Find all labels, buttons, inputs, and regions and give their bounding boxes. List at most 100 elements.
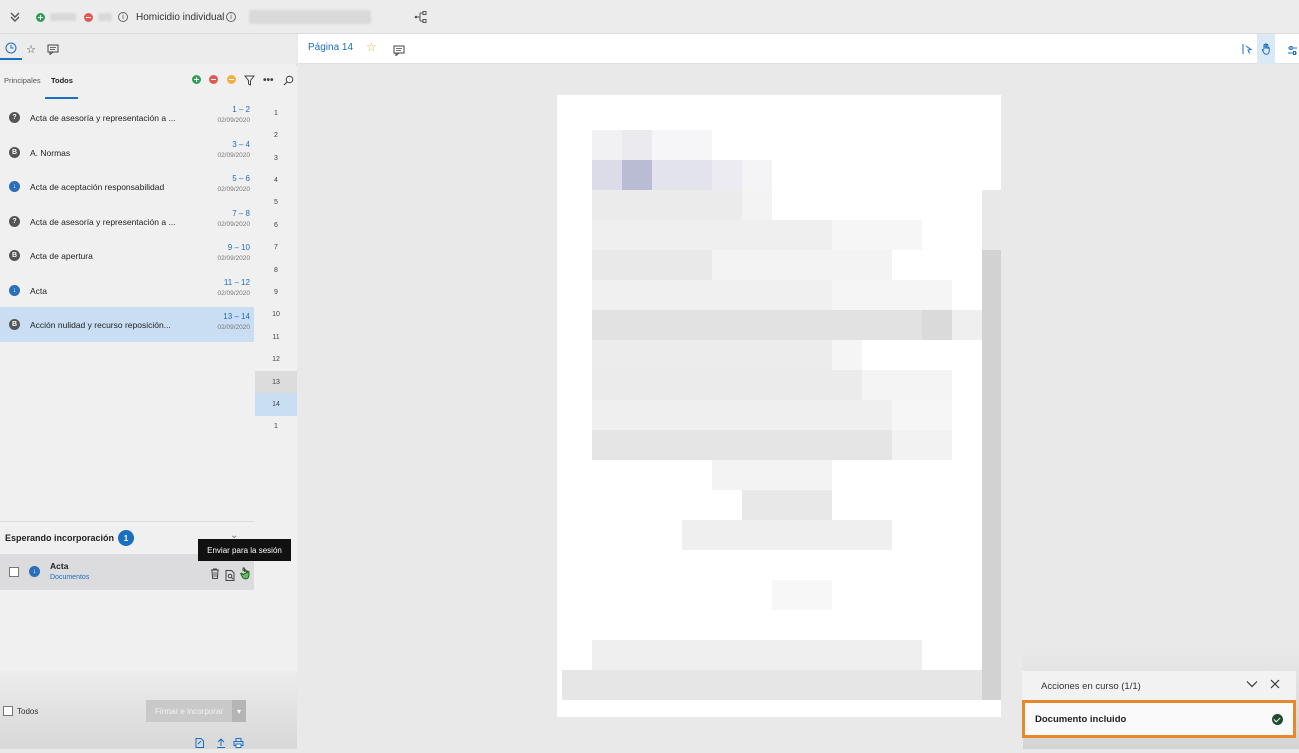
remove-icon[interactable] — [209, 75, 218, 84]
blurred-content — [982, 250, 1001, 700]
document-viewer[interactable] — [298, 64, 1299, 749]
document-date: 02/09/2020 — [217, 255, 250, 262]
document-page — [557, 95, 1001, 717]
blurred-content — [742, 160, 772, 190]
document-type-icon: ? — [9, 215, 20, 227]
page-number[interactable]: 4 — [255, 169, 297, 192]
document-row[interactable]: ↓ Acta de aceptación responsabilidad 5 – 6… — [0, 169, 254, 204]
blurred-content — [712, 250, 892, 280]
remove-icon[interactable] — [84, 0, 93, 34]
add-icon[interactable] — [36, 0, 45, 34]
blurred-content — [592, 250, 712, 280]
document-page-range: 5 – 6 — [232, 174, 250, 183]
document-row[interactable]: ↓ Acta 11 – 12 02/09/2020 — [0, 273, 254, 308]
document-edit-icon[interactable] — [195, 735, 205, 753]
document-name: Acción nulidad y recurso reposición... — [30, 320, 171, 330]
circle-icon[interactable] — [227, 75, 236, 84]
download-icon: ↓ — [29, 566, 40, 577]
send-session-icon[interactable] — [240, 566, 252, 585]
blurred-text — [249, 0, 371, 34]
star-icon[interactable]: ☆ — [366, 40, 377, 54]
blurred-content — [922, 310, 952, 340]
page-number-column: 1 2 3 4 5 6 7 8 9 10 11 12 13 14 1 — [255, 100, 297, 704]
clock-icon[interactable] — [0, 38, 22, 60]
page-number[interactable]: 5 — [255, 192, 297, 215]
comment-icon[interactable] — [393, 43, 405, 61]
document-row[interactable]: B Acción nulidad y recurso reposición... 1… — [0, 307, 254, 342]
page-number[interactable]: 1 — [255, 102, 297, 125]
tab-principales[interactable]: Principales — [4, 76, 41, 85]
item-checkbox[interactable] — [9, 567, 19, 577]
add-icon[interactable] — [192, 75, 201, 84]
settings-sliders-icon[interactable] — [1287, 43, 1298, 61]
blurred-content — [592, 190, 742, 220]
trash-icon[interactable] — [210, 568, 220, 582]
viewer-toolbar: Página 14 ☆ — [298, 34, 1299, 64]
blurred-content — [592, 340, 832, 370]
text-select-icon[interactable] — [1241, 42, 1253, 60]
page-number[interactable]: 11 — [255, 326, 297, 349]
action-item-label: Documento incluido — [1035, 714, 1127, 725]
upload-icon[interactable] — [216, 735, 226, 753]
filter-icon[interactable] — [244, 75, 255, 86]
document-page-range: 3 – 4 — [232, 139, 250, 149]
page-number[interactable]: 1 — [255, 416, 297, 439]
blurred-content — [592, 130, 622, 160]
top-bar: i Homicidio individual i — [0, 0, 1299, 34]
close-icon[interactable] — [1270, 679, 1280, 692]
blurred-content — [652, 130, 712, 160]
comment-icon[interactable] — [42, 38, 64, 60]
blurred-content — [742, 490, 832, 520]
waiting-item-sub[interactable]: Documentos — [50, 574, 89, 581]
page-number[interactable]: 2 — [255, 124, 297, 147]
tab-todos[interactable]: Todos — [51, 76, 73, 85]
actions-header: Acciones en curso (1/1) — [1022, 671, 1296, 701]
document-name: Acta de asesoría y representación a ... — [30, 216, 176, 227]
print-icon[interactable] — [233, 735, 244, 753]
blurred-content — [832, 340, 862, 370]
page-number[interactable]: 8 — [255, 259, 297, 282]
blurred-content — [592, 280, 832, 310]
waiting-title: Esperando incorporación — [5, 533, 115, 543]
page-number[interactable]: 9 — [255, 281, 297, 304]
waiting-count-badge: 1 — [118, 530, 134, 546]
blurred-content — [592, 370, 862, 400]
document-date: 02/09/2020 — [217, 151, 250, 159]
chevron-down-icon[interactable]: ▾ — [232, 700, 246, 722]
document-row[interactable]: ? Acta de asesoría y representación a ...… — [0, 204, 254, 239]
select-all-label: Todos — [17, 707, 39, 716]
info-icon[interactable]: i — [118, 0, 128, 34]
document-row[interactable]: B A. Normas 3 – 4 02/09/2020 — [0, 135, 254, 170]
hand-tool-icon[interactable] — [1257, 34, 1275, 64]
page-number[interactable]: 3 — [255, 147, 297, 170]
document-row[interactable]: ? Acta de asesoría y representación a ...… — [0, 100, 254, 135]
blurred-content — [772, 580, 832, 610]
info-icon[interactable]: i — [226, 0, 236, 34]
page-number[interactable]: 7 — [255, 236, 297, 259]
chevron-double-down-icon[interactable] — [9, 0, 21, 34]
page-number[interactable]: 10 — [255, 304, 297, 327]
viewer-shadow — [1023, 64, 1299, 749]
page-number[interactable]: 12 — [255, 348, 297, 371]
subtabs: Principales Todos ••• — [0, 66, 297, 100]
page-number[interactable]: 14 — [255, 393, 297, 416]
star-icon[interactable]: ☆ — [20, 38, 42, 60]
tooltip: Enviar para la sesión — [198, 539, 291, 561]
page-number[interactable]: 6 — [255, 214, 297, 237]
action-item: Documento incluido — [1022, 700, 1296, 738]
document-search-icon[interactable] — [225, 568, 235, 586]
firmar-incorporar-button[interactable]: Firmar e incorporar — [146, 700, 232, 722]
page-number[interactable]: 13 — [255, 370, 297, 394]
search-icon[interactable] — [283, 75, 294, 86]
select-all-checkbox[interactable] — [3, 706, 13, 716]
document-type-icon: ↓ — [9, 284, 20, 296]
more-icon[interactable]: ••• — [263, 75, 274, 86]
left-tabs: ☆ — [0, 34, 297, 64]
blurred-content — [592, 220, 832, 250]
document-name: Acta — [30, 285, 48, 296]
actions-panel: Acciones en curso (1/1) Documento inclui… — [1022, 671, 1296, 738]
document-page-range: 1 – 2 — [232, 105, 250, 114]
document-row[interactable]: B Acta de apertura 9 – 10 02/09/2020 — [0, 238, 254, 273]
chevron-down-icon[interactable] — [1246, 679, 1258, 692]
tree-icon[interactable] — [414, 0, 428, 34]
